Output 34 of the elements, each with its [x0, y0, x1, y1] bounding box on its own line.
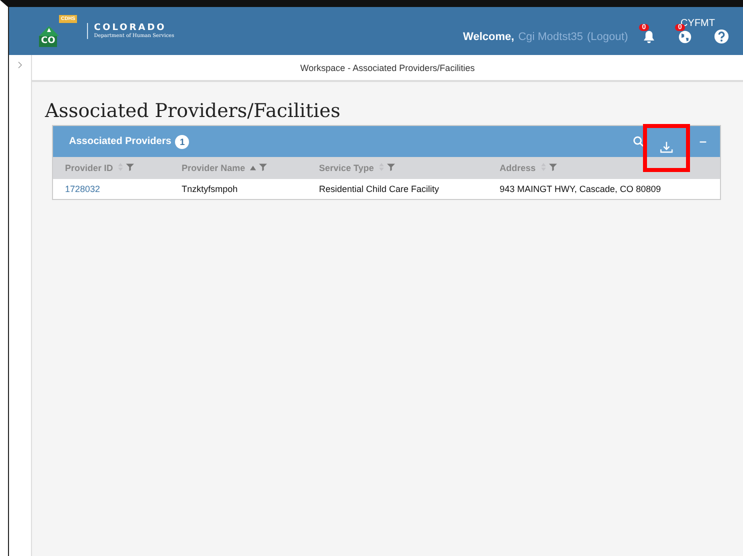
- triangle-logo-icon: [39, 26, 59, 36]
- column-header[interactable]: Address: [488, 157, 720, 179]
- column-label: Address: [500, 163, 536, 173]
- filter-icon[interactable]: [126, 163, 134, 171]
- column-header[interactable]: Provider ID: [53, 157, 170, 179]
- help-icon[interactable]: [714, 29, 729, 44]
- search-icon: [633, 136, 644, 147]
- filter-icon[interactable]: [386, 163, 395, 171]
- welcome-text: Welcome,: [463, 30, 514, 42]
- bell-icon[interactable]: [642, 30, 656, 44]
- column-label: Provider ID: [65, 163, 114, 173]
- filter-icon[interactable]: [548, 163, 557, 171]
- table-cell: Residential Child Care Facility: [307, 179, 488, 199]
- column-header[interactable]: Service Type: [307, 157, 488, 179]
- table-cell: Tnzktyfsmpoh: [170, 179, 307, 199]
- logo-mark: CO: [39, 36, 58, 47]
- globe-icon[interactable]: [678, 30, 692, 44]
- filter-icon[interactable]: [259, 163, 268, 171]
- logout-link[interactable]: (Logout): [587, 30, 628, 42]
- column-header[interactable]: Provider Name: [170, 157, 307, 179]
- provider-id-link[interactable]: 1728032: [53, 179, 170, 199]
- panel-title: Associated Providers: [69, 136, 172, 147]
- org-name: COLORADO: [94, 23, 168, 33]
- count-badge: 1: [175, 134, 190, 148]
- download-button[interactable]: [643, 124, 690, 172]
- column-label: Provider Name: [182, 163, 246, 173]
- column-label: Service Type: [319, 163, 374, 173]
- chevron-right-icon[interactable]: [17, 61, 23, 69]
- download-icon: [660, 141, 673, 154]
- user-name-link[interactable]: Cgi Modtst35: [518, 30, 584, 42]
- page-title: Associated Providers/Facilities: [45, 100, 342, 122]
- table-cell: 943 MAINGT HWY, Cascade, CO 80809: [488, 179, 720, 199]
- breadcrumb: Workspace - Associated Providers/Facilities: [300, 62, 475, 72]
- sort-ascending-icon[interactable]: [250, 165, 256, 171]
